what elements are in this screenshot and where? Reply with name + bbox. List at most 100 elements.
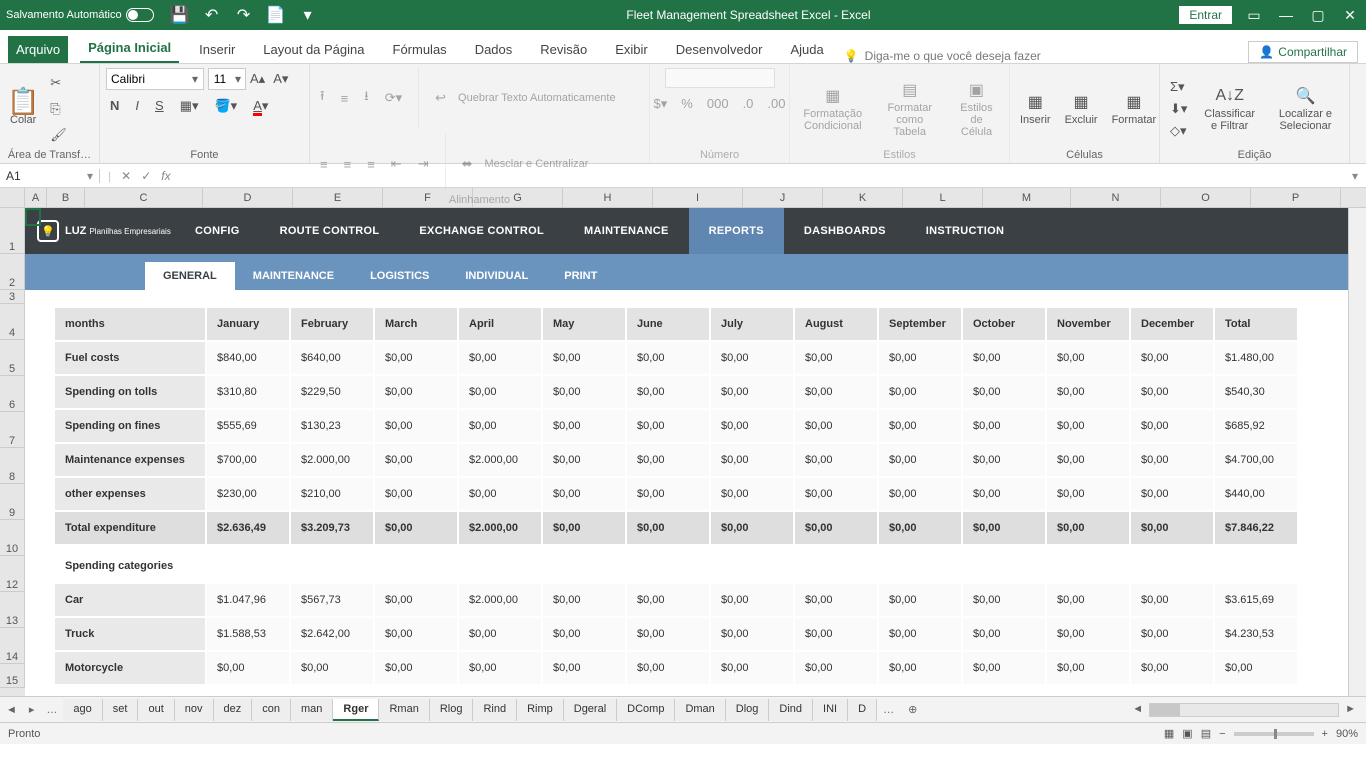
format-cells-button[interactable]: ▦Formatar <box>1108 90 1161 128</box>
touch-icon[interactable]: 📄 <box>266 5 286 25</box>
customize-icon[interactable]: ▾ <box>298 5 318 25</box>
row-header-12[interactable]: 12 <box>0 556 25 592</box>
wrap-text-label[interactable]: Quebrar Texto Automaticamente <box>458 92 616 104</box>
tab-file[interactable]: Arquivo <box>8 36 68 63</box>
indent-increase-icon[interactable]: ⇥ <box>414 154 433 174</box>
format-painter-icon[interactable]: 🖌 <box>46 125 71 145</box>
chevron-down-icon[interactable]: ▾ <box>187 72 203 86</box>
subnav-individual[interactable]: INDIVIDUAL <box>447 262 546 290</box>
cancel-icon[interactable]: ✕ <box>121 169 131 183</box>
row-header-3[interactable]: 3 <box>0 290 25 304</box>
fx-label[interactable]: fx <box>161 169 170 183</box>
percent-icon[interactable]: % <box>677 94 697 114</box>
row-header-8[interactable]: 8 <box>0 448 25 484</box>
col-header-P[interactable]: P <box>1251 188 1341 207</box>
add-sheet-icon[interactable]: ⊕ <box>900 703 925 716</box>
sheet-tab-rimp[interactable]: Rimp <box>517 699 564 721</box>
signin-button[interactable]: Entrar <box>1179 6 1232 24</box>
col-header-D[interactable]: D <box>203 188 293 207</box>
enter-icon[interactable]: ✓ <box>141 169 151 183</box>
fill-icon[interactable]: ⬇▾ <box>1166 99 1191 119</box>
tab-review[interactable]: Revisão <box>532 36 595 63</box>
sheet-tab-set[interactable]: set <box>103 699 139 721</box>
tab-formulas[interactable]: Fórmulas <box>385 36 455 63</box>
zoom-out-icon[interactable]: − <box>1219 728 1225 740</box>
sheet-tab-dgeral[interactable]: Dgeral <box>564 699 617 721</box>
font-color-icon[interactable]: A▾ <box>249 96 272 116</box>
row-header-6[interactable]: 6 <box>0 376 25 412</box>
view-normal-icon[interactable]: ▦ <box>1164 727 1174 740</box>
sheet-tab-dman[interactable]: Dman <box>675 699 725 721</box>
nav-instruction[interactable]: INSTRUCTION <box>906 208 1024 254</box>
tab-help[interactable]: Ajuda <box>782 36 831 63</box>
chevron-down-icon[interactable]: ▾ <box>87 169 93 183</box>
paste-button[interactable]: 📋 Colar <box>6 90 40 128</box>
grow-font-icon[interactable]: A▴ <box>246 69 269 89</box>
copy-icon[interactable]: ⎘ <box>46 99 71 119</box>
tab-layout[interactable]: Layout da Página <box>255 36 372 63</box>
align-left-icon[interactable]: ≡ <box>316 155 332 174</box>
toggle-icon[interactable] <box>126 8 154 22</box>
worksheet[interactable]: 💡 LUZ Planilhas Empresariais CONFIGROUTE… <box>25 208 1348 696</box>
minimize-icon[interactable]: — <box>1276 7 1296 23</box>
autosum-icon[interactable]: Σ▾ <box>1166 77 1191 97</box>
bold-button[interactable]: N <box>106 96 123 116</box>
conditional-formatting-button[interactable]: ▦Formatação Condicional <box>796 84 870 134</box>
sheet-tab-ago[interactable]: ago <box>63 699 102 721</box>
undo-icon[interactable]: ↶ <box>202 5 222 25</box>
row-header-15[interactable]: 15 <box>0 664 25 688</box>
currency-icon[interactable]: $▾ <box>650 94 672 114</box>
col-header-I[interactable]: I <box>653 188 743 207</box>
subnav-maintenance[interactable]: MAINTENANCE <box>235 262 352 290</box>
insert-cells-button[interactable]: ▦Inserir <box>1016 90 1055 128</box>
font-size-input[interactable] <box>209 72 231 86</box>
row-header-7[interactable]: 7 <box>0 412 25 448</box>
indent-decrease-icon[interactable]: ⇤ <box>387 154 406 174</box>
cell-styles-button[interactable]: ▣Estilos de Célula <box>950 78 1003 140</box>
share-button[interactable]: 👤Compartilhar <box>1248 41 1358 63</box>
sheet-nav-ellipsis[interactable]: … <box>877 704 900 716</box>
align-top-icon[interactable]: ⭱ <box>316 85 329 111</box>
cut-icon[interactable]: ✂ <box>46 73 71 93</box>
tell-me-search[interactable]: 💡Diga-me o que você deseja fazer <box>844 49 1237 63</box>
row-header-13[interactable]: 13 <box>0 592 25 628</box>
align-center-icon[interactable]: ≡ <box>340 155 356 174</box>
format-as-table-button[interactable]: ▤Formatar como Tabela <box>876 78 944 140</box>
row-header-4[interactable]: 4 <box>0 304 25 340</box>
comma-icon[interactable]: 000 <box>703 94 733 114</box>
select-all-corner[interactable] <box>0 188 25 207</box>
sort-filter-button[interactable]: A↓ZClassificar e Filtrar <box>1197 84 1261 134</box>
subnav-logistics[interactable]: LOGISTICS <box>352 262 447 290</box>
increase-decimal-icon[interactable]: .0 <box>739 94 758 114</box>
col-header-N[interactable]: N <box>1071 188 1161 207</box>
zoom-in-icon[interactable]: + <box>1322 728 1328 740</box>
ribbon-options-icon[interactable]: ▭ <box>1244 7 1264 24</box>
col-header-M[interactable]: M <box>983 188 1071 207</box>
font-name-select[interactable]: ▾ <box>106 68 204 90</box>
name-box[interactable]: A1▾ <box>0 169 100 183</box>
sheet-tab-rlog[interactable]: Rlog <box>430 699 474 721</box>
col-header-K[interactable]: K <box>823 188 903 207</box>
sheet-tab-nov[interactable]: nov <box>175 699 214 721</box>
tab-home[interactable]: Página Inicial <box>80 34 179 63</box>
font-name-input[interactable] <box>107 72 187 86</box>
merge-label[interactable]: Mesclar e Centralizar <box>485 158 589 170</box>
nav-route-control[interactable]: ROUTE CONTROL <box>260 208 400 254</box>
zoom-slider[interactable] <box>1234 732 1314 736</box>
sheet-tab-rger[interactable]: Rger <box>333 699 379 721</box>
tab-insert[interactable]: Inserir <box>191 36 243 63</box>
sheet-nav-more-icon[interactable]: … <box>40 704 63 716</box>
clear-icon[interactable]: ◇▾ <box>1166 121 1191 141</box>
col-header-L[interactable]: L <box>903 188 983 207</box>
sheet-tab-man[interactable]: man <box>291 699 333 721</box>
sheet-tab-dcomp[interactable]: DComp <box>617 699 675 721</box>
subnav-print[interactable]: PRINT <box>546 262 615 290</box>
zoom-level[interactable]: 90% <box>1336 728 1358 740</box>
col-header-A[interactable]: A <box>25 188 47 207</box>
merge-icon[interactable]: ⬌ <box>458 154 477 174</box>
view-pagebreak-icon[interactable]: ▤ <box>1201 727 1211 740</box>
tab-data[interactable]: Dados <box>467 36 521 63</box>
scroll-left-icon[interactable]: ◄ <box>1126 703 1149 717</box>
scroll-right-icon[interactable]: ► <box>1339 703 1362 717</box>
horizontal-scrollbar[interactable] <box>1149 703 1339 717</box>
